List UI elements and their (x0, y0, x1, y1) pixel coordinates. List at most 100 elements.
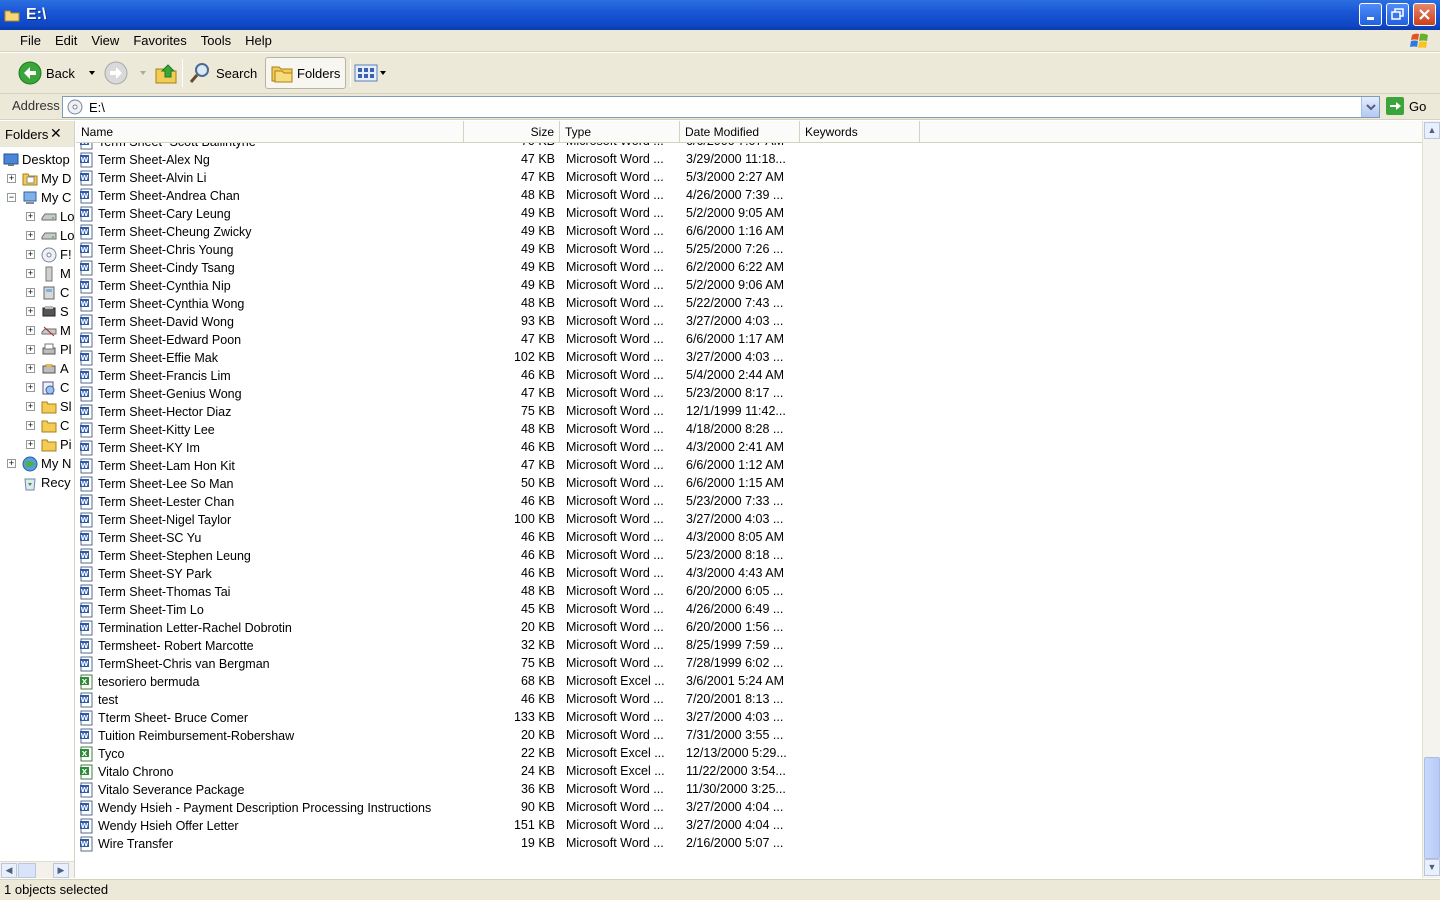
tree-item[interactable]: Recy (22, 473, 71, 492)
back-button[interactable]: Back (18, 57, 99, 89)
file-row[interactable]: Xtesoriero bermuda 68 KB Microsoft Excel .… (76, 673, 1422, 691)
tree-expand-button[interactable]: + (26, 383, 35, 392)
scroll-right-icon[interactable]: ▶ (53, 863, 69, 878)
file-row[interactable]: W Term Sheet-SY Park 46 KB Microsoft Word .… (76, 565, 1422, 583)
file-row[interactable]: W Wendy Hsieh - Payment Description Proce… (76, 799, 1422, 817)
tree-expand-button[interactable]: + (26, 345, 35, 354)
tree-item[interactable]: A (41, 359, 69, 378)
column-header-type[interactable]: Type (560, 121, 680, 143)
tree-expand-button[interactable]: + (26, 250, 35, 259)
file-row[interactable]: W Term Sheet-Andrea Chan 48 KB Microsoft Wo… (76, 187, 1422, 205)
tree-item[interactable]: Desktop (3, 150, 70, 169)
menu-file[interactable]: File (13, 33, 48, 48)
file-row[interactable]: W Term Sheet-Nigel Taylor 100 KB Microsoft … (76, 511, 1422, 529)
forward-button[interactable] (104, 57, 150, 89)
vertical-scrollbar[interactable]: ▲ ▼ (1422, 121, 1440, 878)
tree-expand-button[interactable]: + (26, 269, 35, 278)
folders-horizontal-scrollbar[interactable]: ◀ ▶ (0, 861, 74, 878)
go-button[interactable]: Go (1386, 97, 1426, 115)
menu-edit[interactable]: Edit (48, 33, 84, 48)
chevron-down-icon[interactable] (85, 68, 99, 78)
address-input[interactable]: E:\ (62, 96, 1380, 118)
tree-item[interactable]: Pl (41, 340, 72, 359)
tree-item[interactable]: Sl (41, 397, 72, 416)
file-row[interactable]: W Vitalo Severance Package 36 KB Microsoft … (76, 781, 1422, 799)
address-dropdown-button[interactable] (1361, 97, 1379, 117)
tree-expand-button[interactable]: + (7, 174, 16, 183)
tree-item[interactable]: My D (22, 169, 71, 188)
tree-item[interactable]: C (41, 416, 69, 435)
file-row[interactable]: W Term Sheet-Thomas Tai 48 KB Microsoft Wor… (76, 583, 1422, 601)
file-row[interactable]: X Tyco 22 KB Microsoft Excel ... 12/13/2000 … (76, 745, 1422, 763)
restore-button[interactable] (1386, 3, 1409, 26)
file-row[interactable]: W Term Sheet-Alvin Li 47 KB Microsoft Word … (76, 169, 1422, 187)
column-header-keywords[interactable]: Keywords (800, 121, 920, 143)
tree-expand-button[interactable]: + (26, 421, 35, 430)
file-row[interactable]: W Term Sheet-Kitty Lee 48 KB Microsoft Word… (76, 421, 1422, 439)
file-row[interactable]: W Term Sheet-Chris Young 49 KB Microsoft Wo… (76, 241, 1422, 259)
tree-expand-button[interactable]: + (26, 440, 35, 449)
scroll-thumb[interactable] (18, 863, 36, 878)
file-row[interactable]: W Term Sheet-Edward Poon 47 KB Microsoft Wo… (76, 331, 1422, 349)
tree-expand-button[interactable]: + (26, 402, 35, 411)
scroll-thumb[interactable] (1424, 757, 1440, 859)
file-row[interactable]: W Termsheet- Robert Marcotte 32 KB Microsof… (76, 637, 1422, 655)
file-row[interactable]: W Term Sheet-Lester Chan 46 KB Microsoft Wo… (76, 493, 1422, 511)
file-row[interactable]: W Tuition Reimbursement-Robershaw 20 KB Mic… (76, 727, 1422, 745)
tree-item[interactable]: Lo (41, 207, 74, 226)
tree-item[interactable]: M (41, 321, 71, 340)
file-row[interactable]: W Term Sheet-SC Yu 46 KB Microsoft Word ...… (76, 529, 1422, 547)
file-row[interactable]: W Termination Letter-Rachel Dobrotin 20 KB… (76, 619, 1422, 637)
close-icon[interactable]: ✕ (50, 125, 62, 142)
file-row[interactable]: W Term Sheet-Alex Ng 47 KB Microsoft Word .… (76, 151, 1422, 169)
menu-favorites[interactable]: Favorites (126, 33, 193, 48)
file-row[interactable]: W Term Sheet-Stephen Leung 46 KB Microsoft … (76, 547, 1422, 565)
column-header-date-modified[interactable]: Date Modified (680, 121, 800, 143)
tree-expand-button[interactable]: + (26, 231, 35, 240)
tree-expand-button[interactable]: + (26, 364, 35, 373)
file-row[interactable]: Wtest 46 KB Microsoft Word ... 7/20/2001 8:… (76, 691, 1422, 709)
file-row[interactable]: W Term Sheet-Cary Leung 49 KB Microsoft Wor… (76, 205, 1422, 223)
file-row[interactable]: W Term Sheet-Cindy Tsang 49 KB Microsoft Wo… (76, 259, 1422, 277)
tree-item[interactable]: F! (41, 245, 72, 264)
file-row[interactable]: W Term Sheet-Hector Diaz 75 KB Microsoft Wo… (76, 403, 1422, 421)
file-row[interactable]: W Wire Transfer 19 KB Microsoft Word ... 2/1… (76, 835, 1422, 853)
tree-expand-button[interactable]: + (26, 212, 35, 221)
file-row[interactable]: W TermSheet-Chris van Bergman 75 KB Microso… (76, 655, 1422, 673)
scroll-down-icon[interactable]: ▼ (1424, 859, 1440, 876)
up-folder-button[interactable] (154, 57, 178, 89)
file-row[interactable]: W Term Sheet-Lam Hon Kit 47 KB Microsoft Wo… (76, 457, 1422, 475)
file-row[interactable]: W Term Sheet-Cynthia Nip 49 KB Microsoft Wo… (76, 277, 1422, 295)
column-header-name[interactable]: Name (76, 121, 464, 143)
tree-item[interactable]: M (41, 264, 71, 283)
tree-item[interactable]: Pi (41, 435, 72, 454)
views-button[interactable] (354, 57, 388, 89)
tree-item[interactable]: My N (22, 454, 71, 473)
menu-tools[interactable]: Tools (194, 33, 238, 48)
file-row[interactable]: X Vitalo Chrono 24 KB Microsoft Excel ... 11… (76, 763, 1422, 781)
file-row[interactable]: W Term Sheet-Francis Lim 46 KB Microsoft Wo… (76, 367, 1422, 385)
tree-item[interactable]: C (41, 378, 69, 397)
file-row[interactable]: W Term Sheet-Cheung Zwicky 49 KB Microsoft … (76, 223, 1422, 241)
folders-button[interactable]: Folders (265, 57, 346, 89)
file-row[interactable]: W Term Sheet-Genius Wong 47 KB Microsoft Wo… (76, 385, 1422, 403)
file-row[interactable]: W Tterm Sheet- Bruce Comer 133 KB Microsoft… (76, 709, 1422, 727)
file-row[interactable]: W Wendy Hsieh Offer Letter 151 KB Microsoft… (76, 817, 1422, 835)
file-row[interactable]: W Term Sheet-Effie Mak 102 KB Microsoft Wor… (76, 349, 1422, 367)
tree-item[interactable]: C (41, 283, 69, 302)
tree-item[interactable]: My C (22, 188, 71, 207)
scroll-left-icon[interactable]: ◀ (1, 863, 17, 878)
menu-help[interactable]: Help (238, 33, 279, 48)
tree-item[interactable]: Lo (41, 226, 74, 245)
chevron-down-icon[interactable] (136, 68, 150, 78)
file-row[interactable]: W Term Sheet-KY Im 46 KB Microsoft Word ...… (76, 439, 1422, 457)
file-row[interactable]: W Term Sheet-David Wong 93 KB Microsoft Wor… (76, 313, 1422, 331)
column-header-size[interactable]: Size (464, 121, 560, 143)
scroll-up-icon[interactable]: ▲ (1424, 122, 1440, 139)
tree-collapse-button[interactable]: − (7, 193, 16, 202)
file-row[interactable]: W Term Sheet-Cynthia Wong 48 KB Microsoft W… (76, 295, 1422, 313)
file-row[interactable]: W Term Sheet-Tim Lo 45 KB Microsoft Word ..… (76, 601, 1422, 619)
minimize-button[interactable] (1359, 3, 1382, 26)
search-button[interactable]: Search (188, 57, 257, 89)
tree-expand-button[interactable]: + (26, 307, 35, 316)
